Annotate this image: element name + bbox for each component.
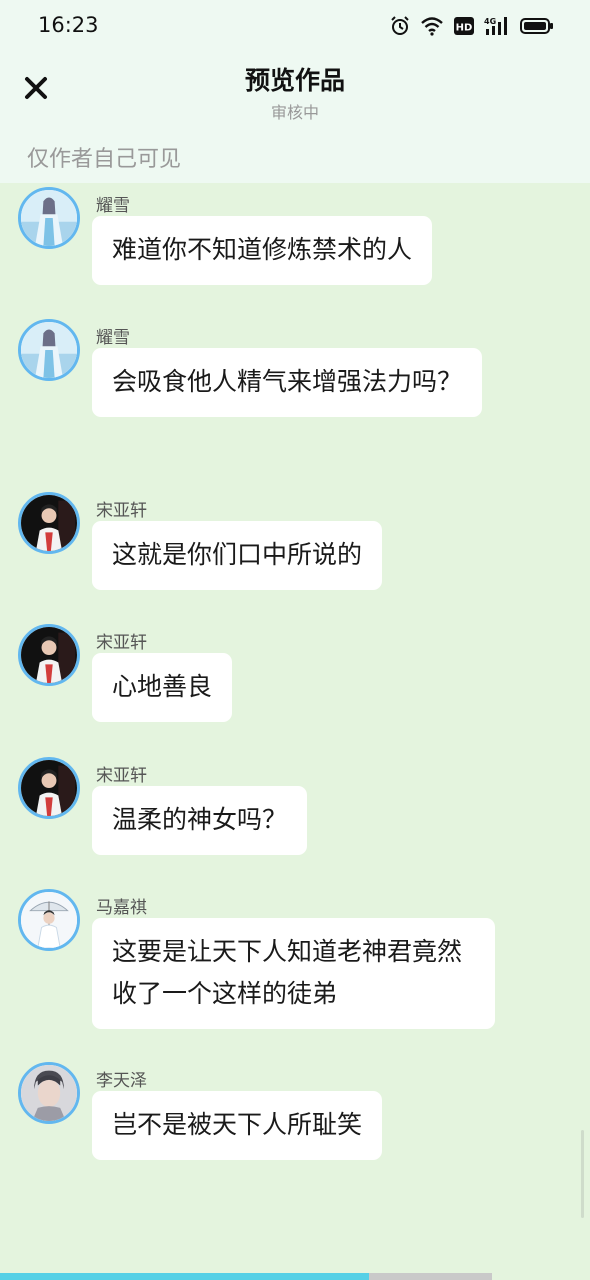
header: 16:23 HD 4G 预览作品 审核中 仅作者自己可见: [0, 0, 590, 183]
songyaxuan-avatar: [21, 495, 77, 551]
hd-label: HD: [456, 23, 473, 34]
avatar[interactable]: [18, 624, 80, 686]
battery-icon: [520, 16, 554, 36]
page-title: 预览作品: [244, 66, 345, 95]
message-bubble[interactable]: 难道你不知道修炼禁术的人: [92, 216, 433, 285]
yaoxue-avatar: [21, 322, 77, 378]
avatar[interactable]: [18, 492, 80, 554]
reading-progress-bar: [0, 1273, 590, 1280]
status-icons: HD 4G: [390, 14, 554, 38]
avatar[interactable]: [18, 1062, 80, 1124]
chat-list[interactable]: 耀雪 难道你不知道修炼禁术的人 耀雪 会吸食他人精气来增强法力吗？ 宋亚轩 这就…: [0, 183, 590, 1273]
progress-fill: [0, 1273, 369, 1280]
message-bubble[interactable]: 这就是你们口中所说的: [92, 521, 383, 590]
majiaqi-avatar: [21, 892, 77, 948]
sender-name: 耀雪: [96, 196, 130, 216]
sender-name: 李天泽: [96, 1071, 147, 1091]
4g-signal-icon: 4G: [484, 16, 510, 36]
progress-remaining: [369, 1273, 492, 1280]
sender-name: 宋亚轩: [96, 633, 147, 653]
visibility-notice: 仅作者自己可见: [27, 147, 182, 172]
avatar[interactable]: [18, 319, 80, 381]
avatar[interactable]: [18, 757, 80, 819]
yaoxue-avatar: [21, 190, 77, 246]
sender-name: 马嘉祺: [96, 898, 147, 918]
status-time: 16:23: [38, 13, 99, 37]
avatar[interactable]: [18, 889, 80, 951]
message-bubble[interactable]: 温柔的神女吗？: [92, 786, 308, 855]
status-bar: 16:23 HD 4G: [0, 0, 590, 52]
review-status: 审核中: [270, 103, 319, 122]
sender-name: 宋亚轩: [96, 766, 147, 786]
message-bubble[interactable]: 会吸食他人精气来增强法力吗？: [92, 348, 483, 417]
sender-name: 耀雪: [96, 328, 130, 348]
songyaxuan-avatar: [21, 627, 77, 683]
alarm-icon: [390, 16, 410, 36]
litianze-avatar: [21, 1065, 77, 1121]
avatar[interactable]: [18, 187, 80, 249]
nav-bar: 预览作品 审核中: [0, 52, 590, 132]
wifi-icon: [420, 16, 444, 36]
scrollbar[interactable]: [581, 1130, 584, 1218]
message-bubble[interactable]: 岂不是被天下人所耻笑: [92, 1091, 383, 1160]
message-bubble[interactable]: 这要是让天下人知道老神君竟然收了一个这样的徒弟: [92, 918, 495, 1029]
network-label: 4G: [484, 17, 496, 26]
songyaxuan-avatar: [21, 760, 77, 816]
sender-name: 宋亚轩: [96, 501, 147, 521]
message-bubble[interactable]: 心地善良: [92, 653, 233, 722]
hd-icon: HD: [454, 16, 474, 36]
